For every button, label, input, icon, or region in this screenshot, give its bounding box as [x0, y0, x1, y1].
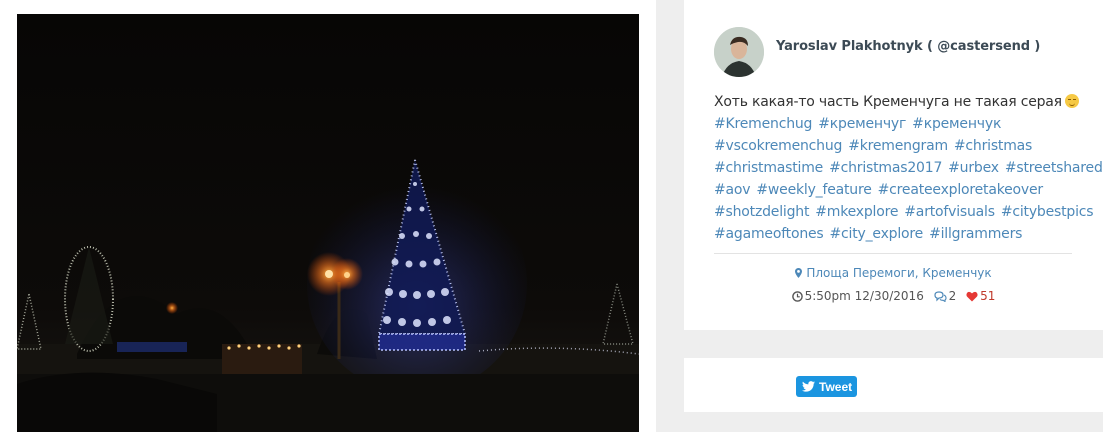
hashtag-link[interactable]: #кременчуг — [818, 116, 906, 132]
avatar-image — [714, 27, 764, 77]
hashtag-list: #Kremenchug #кременчуг #кременчук #vscokre… — [714, 113, 1103, 245]
hashtag-link[interactable]: #kremengram — [848, 138, 948, 154]
hashtag-link[interactable]: #weekly_feature — [756, 182, 871, 198]
hashtag-link[interactable]: #vscokremenchug — [714, 138, 842, 154]
post-photo[interactable] — [17, 14, 639, 432]
post-caption: Хоть какая-то часть Кременчуга не такая … — [714, 91, 1103, 245]
location-text: Площа Перемоги, Кременчук — [806, 266, 992, 280]
hashtag-link[interactable]: #artofvisuals — [904, 204, 995, 220]
relieved-face-emoji-icon — [1064, 94, 1079, 108]
hashtag-link[interactable]: #shotzdelight — [714, 204, 809, 220]
photo-card — [0, 0, 656, 432]
location-link[interactable]: Площа Перемоги, Кременчук — [684, 266, 1103, 280]
share-card: Tweet — [684, 358, 1103, 412]
comment-count[interactable]: 2 — [949, 289, 957, 303]
heart-icon — [966, 291, 978, 302]
hashtag-link[interactable]: #christmas2017 — [829, 160, 942, 176]
hashtag-link[interactable]: #streetshared — [1005, 160, 1103, 176]
hashtag-link[interactable]: #Kremenchug — [714, 116, 812, 132]
hashtag-link[interactable]: #mkexplore — [815, 204, 898, 220]
clock-icon — [791, 291, 803, 302]
hashtag-link[interactable]: #christmas — [954, 138, 1032, 154]
hashtag-link[interactable]: #кременчук — [912, 116, 1001, 132]
hashtag-link[interactable]: #illgrammers — [929, 226, 1022, 242]
author-name[interactable]: Yaroslav Plakhotnyk ( @castersend ) — [776, 39, 1040, 54]
tweet-label: Tweet — [819, 379, 853, 394]
caption-text: Хоть какая-то часть Кременчуга не такая … — [714, 94, 1062, 110]
hashtag-link[interactable]: #citybestpics — [1001, 204, 1094, 220]
author-avatar[interactable] — [714, 27, 764, 77]
hashtag-link[interactable]: #createexploretakeover — [878, 182, 1044, 198]
post-meta: 5:50pm 12/30/2016 2 51 — [684, 289, 1103, 303]
tweet-button[interactable]: Tweet — [796, 376, 857, 397]
hashtag-link[interactable]: #urbex — [948, 160, 999, 176]
divider — [714, 253, 1072, 254]
hashtag-link[interactable]: #city_explore — [830, 226, 924, 242]
twitter-bird-icon — [802, 381, 815, 392]
like-count[interactable]: 51 — [980, 289, 995, 303]
hashtag-link[interactable]: #aov — [714, 182, 751, 198]
map-marker-icon — [795, 268, 803, 278]
hashtag-link[interactable]: #christmastime — [714, 160, 823, 176]
post-datetime: 5:50pm 12/30/2016 — [804, 289, 924, 303]
comments-icon — [934, 291, 947, 302]
night-christmas-tree-photo — [17, 14, 639, 432]
hashtag-link[interactable]: #agameoftones — [714, 226, 824, 242]
post-details-card: Yaroslav Plakhotnyk ( @castersend ) Хоть… — [684, 0, 1103, 330]
